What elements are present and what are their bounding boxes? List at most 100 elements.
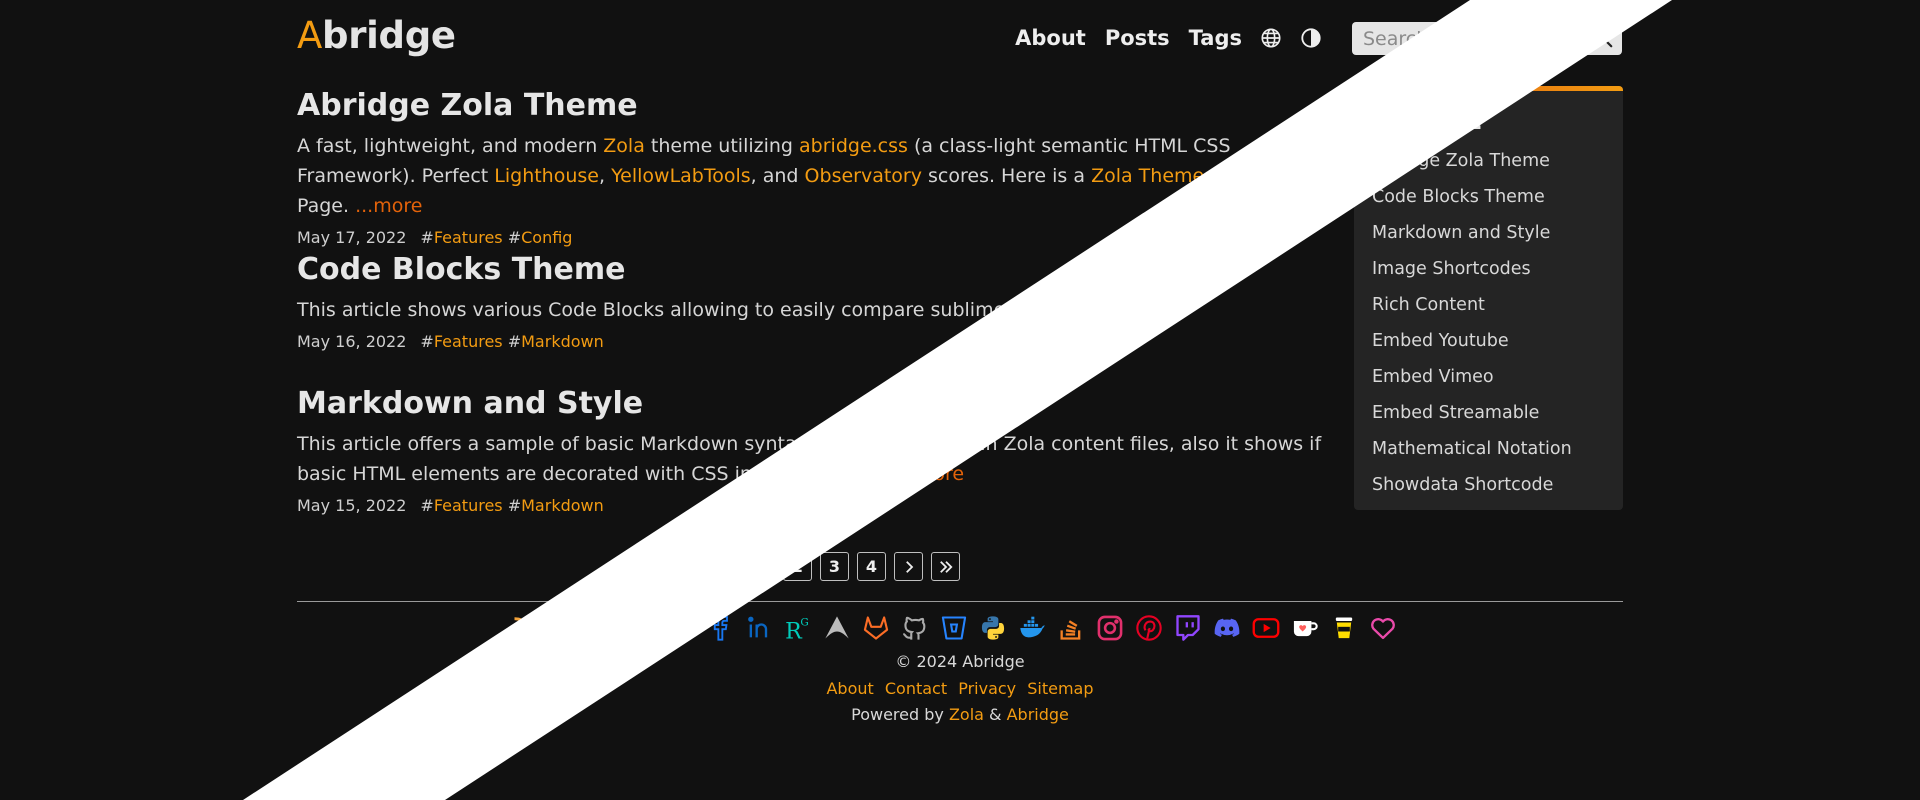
recent-post-link[interactable]: Embed Youtube — [1372, 331, 1509, 351]
article-title[interactable]: Markdown and Style — [297, 386, 1347, 421]
page-4-button[interactable]: 4 — [857, 552, 886, 581]
page-2-button[interactable]: 2 — [783, 552, 812, 581]
recent-post-link[interactable]: Code Blocks Theme — [1372, 187, 1545, 207]
tag-link[interactable]: Config — [521, 228, 572, 247]
mail-icon[interactable] — [550, 614, 578, 642]
abridge-footer-link[interactable]: Abridge — [1007, 705, 1069, 724]
site-title-text: bridge — [322, 14, 456, 57]
benchmarks-link[interactable]: Zola Themes Benchmarks — [1091, 165, 1338, 187]
recent-list: Abridge Zola Theme Code Blocks Theme Mar… — [1354, 143, 1623, 503]
recent-post-link[interactable]: Showdata Shortcode — [1372, 475, 1553, 495]
hash-symbol: # — [507, 228, 522, 247]
search-box — [1352, 22, 1622, 55]
facebook-icon[interactable] — [706, 614, 734, 642]
linkedin-icon[interactable] — [745, 614, 773, 642]
list-item: Markdown and Style — [1372, 215, 1623, 251]
tag-link[interactable]: Markdown — [521, 332, 604, 351]
article-item: Markdown and Style This article offers a… — [297, 386, 1347, 515]
article-meta: May 17, 2022 #Features #Config — [297, 228, 1347, 247]
bitbucket-icon[interactable] — [940, 614, 968, 642]
lighthouse-link[interactable]: Lighthouse — [494, 165, 599, 187]
twitch-icon[interactable] — [1174, 614, 1202, 642]
buymeacoffee-icon[interactable] — [1330, 614, 1358, 642]
zola-link[interactable]: Zola — [603, 135, 645, 157]
read-more-link[interactable]: ...more — [1095, 299, 1162, 321]
mastodon-icon[interactable] — [589, 614, 617, 642]
recent-post-link[interactable]: Embed Vimeo — [1372, 367, 1494, 387]
pagination: 1 2 3 4 — [672, 552, 968, 581]
gitlab-icon[interactable] — [862, 614, 890, 642]
footer-privacy-link[interactable]: Privacy — [958, 679, 1016, 698]
tag-link[interactable]: Features — [434, 228, 503, 247]
footer-about-link[interactable]: About — [826, 679, 873, 698]
page-3-button[interactable]: 3 — [820, 552, 849, 581]
article-item: Abridge Zola Theme A fast, lightweight, … — [297, 88, 1347, 247]
page-1-button[interactable]: 1 — [746, 552, 775, 581]
last-page-button[interactable] — [931, 552, 960, 581]
arch-icon[interactable] — [823, 614, 851, 642]
footer-sitemap-link[interactable]: Sitemap — [1027, 679, 1093, 698]
recent-post-link[interactable]: Mathematical Notation — [1372, 439, 1572, 459]
recent-post-link[interactable]: Embed Streamable — [1372, 403, 1539, 423]
language-globe-icon[interactable] — [1260, 27, 1282, 49]
next-page-button[interactable] — [894, 552, 923, 581]
list-item: Abridge Zola Theme — [1372, 143, 1623, 179]
footer-links: About Contact Privacy Sitemap — [0, 679, 1920, 698]
read-more-link[interactable]: ...more — [355, 195, 422, 217]
read-more-link[interactable]: ...more — [897, 463, 964, 485]
article-title[interactable]: Code Blocks Theme — [297, 252, 1162, 287]
github-icon[interactable] — [901, 614, 929, 642]
tag-link[interactable]: Markdown — [521, 496, 604, 515]
observatory-link[interactable]: Observatory — [805, 165, 922, 187]
search-input[interactable] — [1361, 25, 1585, 53]
heart-icon[interactable] — [1369, 614, 1397, 642]
recent-post-link[interactable]: Rich Content — [1372, 295, 1485, 315]
article-title[interactable]: Abridge Zola Theme — [297, 88, 1347, 123]
tag-link[interactable]: Features — [434, 496, 503, 515]
recent-post-link[interactable]: Image Shortcodes — [1372, 259, 1531, 279]
recent-post-link[interactable]: Markdown and Style — [1372, 223, 1550, 243]
footer-contact-link[interactable]: Contact — [885, 679, 947, 698]
article-item: Code Blocks Theme This article shows var… — [297, 252, 1162, 351]
summary-text: A fast, lightweight, and modern — [297, 135, 604, 157]
article-meta: May 15, 2022 #Features #Markdown — [297, 496, 1347, 515]
yellowlabtools-link[interactable]: YellowLabTools — [611, 165, 751, 187]
matrix-icon[interactable] — [628, 614, 656, 642]
docker-icon[interactable] — [1018, 614, 1046, 642]
pinterest-icon[interactable] — [1135, 614, 1163, 642]
search-icon[interactable] — [1592, 27, 1614, 49]
svg-text:G: G — [800, 617, 808, 629]
discord-icon[interactable] — [1213, 614, 1241, 642]
stackoverflow-icon[interactable] — [1057, 614, 1085, 642]
sidebar-heading: Recent — [1372, 103, 1482, 136]
nav-posts-link[interactable]: Posts — [1105, 26, 1170, 50]
list-item: Showdata Shortcode — [1372, 467, 1623, 503]
summary-text: This article shows various Code Blocks a… — [297, 299, 1095, 321]
python-icon[interactable] — [979, 614, 1007, 642]
instagram-icon[interactable] — [1096, 614, 1124, 642]
copyright-text: © 2024 Abridge — [895, 652, 1025, 671]
theme-toggle-icon[interactable] — [1300, 27, 1322, 49]
tag-link[interactable]: Features — [434, 332, 503, 351]
social-links: RG — [511, 614, 1408, 642]
youtube-icon[interactable] — [1252, 614, 1280, 642]
nav-about-link[interactable]: About — [1015, 26, 1086, 50]
double-chevron-right-icon — [939, 560, 953, 573]
zola-footer-link[interactable]: Zola — [949, 705, 984, 724]
nav-tags-link[interactable]: Tags — [1189, 26, 1242, 50]
sidebar-accent-bar — [1354, 86, 1623, 91]
double-chevron-left-icon — [680, 560, 693, 573]
summary-text: theme utilizing — [644, 135, 800, 157]
rss-icon[interactable] — [511, 614, 539, 642]
recent-post-link[interactable]: Abridge Zola Theme — [1372, 151, 1550, 171]
list-item: Embed Vimeo — [1372, 359, 1623, 395]
list-item: Image Shortcodes — [1372, 251, 1623, 287]
hash-symbol: # — [420, 228, 434, 247]
abridge-css-link[interactable]: abridge.css — [799, 135, 908, 157]
kofi-icon[interactable] — [1291, 614, 1319, 642]
twitter-icon[interactable] — [667, 614, 695, 642]
researchgate-icon[interactable]: RG — [784, 614, 812, 642]
site-title-link[interactable]: Abridge — [297, 14, 456, 57]
hash-symbol: # — [420, 496, 434, 515]
article-summary: This article offers a sample of basic Ma… — [297, 429, 1347, 489]
